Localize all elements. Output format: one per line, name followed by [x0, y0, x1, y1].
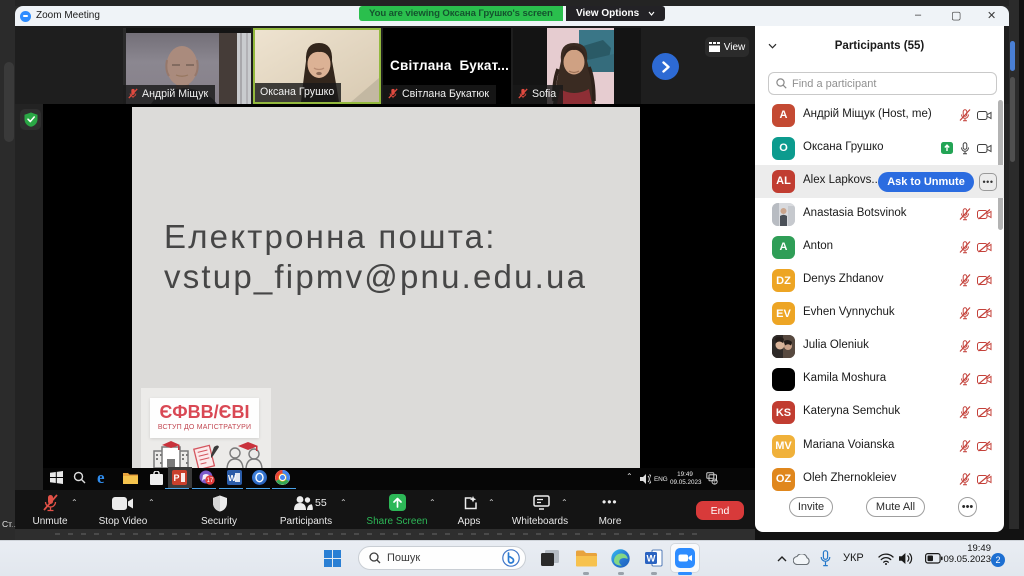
svg-text:17: 17: [207, 478, 214, 484]
svg-text:P: P: [173, 473, 179, 483]
svg-text:W: W: [647, 554, 656, 565]
svg-text:W: W: [228, 473, 237, 483]
